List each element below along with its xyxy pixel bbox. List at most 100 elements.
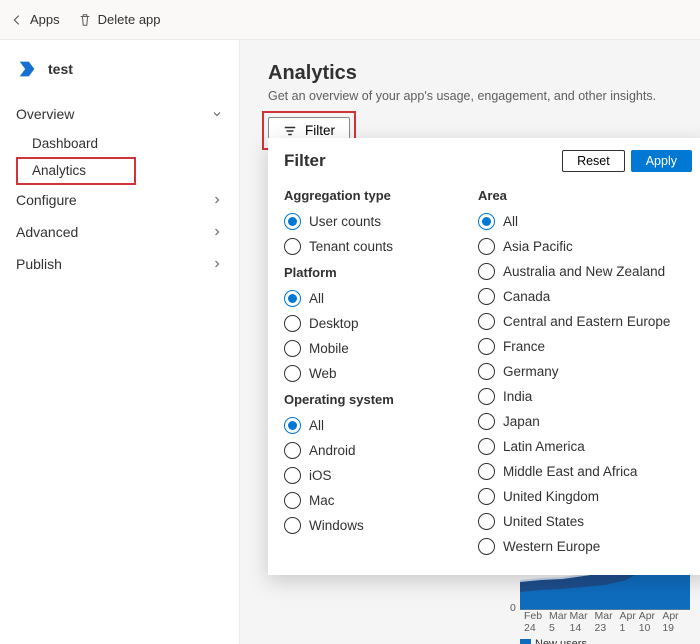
app-name: test: [48, 61, 73, 77]
back-label: Apps: [30, 12, 60, 27]
back-button[interactable]: Apps: [10, 12, 60, 27]
radio-option[interactable]: All: [478, 209, 692, 234]
nav-analytics[interactable]: Analytics: [0, 157, 239, 184]
radio-label: France: [503, 339, 545, 354]
radio-option[interactable]: All: [284, 286, 454, 311]
radio-icon: [284, 365, 301, 382]
radio-label: India: [503, 389, 532, 404]
radio-icon: [478, 538, 495, 555]
radio-icon: [478, 463, 495, 480]
radio-label: All: [309, 418, 324, 433]
axis-tick: 0: [510, 602, 516, 614]
radio-icon: [478, 238, 495, 255]
radio-icon: [478, 488, 495, 505]
nav-configure[interactable]: Configure: [0, 184, 239, 216]
radio-label: iOS: [309, 468, 332, 483]
radio-label: Windows: [309, 518, 364, 533]
chevron-right-icon: [211, 194, 223, 206]
filter-reset-button[interactable]: Reset: [562, 150, 625, 172]
chevron-down-icon: [211, 108, 223, 120]
radio-option[interactable]: France: [478, 334, 692, 359]
radio-option[interactable]: United Kingdom: [478, 484, 692, 509]
axis-tick: Apr 10: [639, 610, 663, 634]
radio-label: Western Europe: [503, 539, 600, 554]
radio-label: United States: [503, 514, 584, 529]
radio-option[interactable]: Western Europe: [478, 534, 692, 559]
filter-apply-button[interactable]: Apply: [631, 150, 692, 172]
nav-label: Analytics: [32, 163, 86, 178]
nav-label: Overview: [16, 106, 74, 122]
nav-overview[interactable]: Overview: [0, 98, 239, 130]
radio-label: User counts: [309, 214, 381, 229]
radio-icon: [478, 438, 495, 455]
radio-label: Android: [309, 443, 356, 458]
radio-option[interactable]: Windows: [284, 513, 454, 538]
radio-label: Middle East and Africa: [503, 464, 637, 479]
chevron-right-icon: [211, 258, 223, 270]
radio-label: Mobile: [309, 341, 349, 356]
radio-option[interactable]: India: [478, 384, 692, 409]
radio-icon: [478, 338, 495, 355]
radio-option[interactable]: Japan: [478, 409, 692, 434]
nav-label: Publish: [16, 256, 62, 272]
nav-publish[interactable]: Publish: [0, 248, 239, 280]
radio-label: Australia and New Zealand: [503, 264, 665, 279]
radio-icon: [478, 513, 495, 530]
chevron-right-icon: [211, 226, 223, 238]
radio-option[interactable]: Latin America: [478, 434, 692, 459]
sidebar: test Overview Dashboard Analytics Config…: [0, 40, 240, 644]
filter-panel-title: Filter: [284, 151, 326, 171]
group-title-os: Operating system: [284, 392, 454, 407]
nav-advanced[interactable]: Advanced: [0, 216, 239, 248]
radio-option[interactable]: Mobile: [284, 336, 454, 361]
radio-option[interactable]: Central and Eastern Europe: [478, 309, 692, 334]
radio-option[interactable]: Desktop: [284, 311, 454, 336]
app-header: test: [0, 58, 239, 98]
radio-option[interactable]: United States: [478, 509, 692, 534]
chevron-left-icon: [10, 13, 24, 27]
radio-icon: [284, 340, 301, 357]
radio-option[interactable]: Australia and New Zealand: [478, 259, 692, 284]
group-title-area: Area: [478, 188, 692, 203]
radio-icon: [284, 492, 301, 509]
radio-option[interactable]: Germany: [478, 359, 692, 384]
radio-label: Japan: [503, 414, 540, 429]
radio-option[interactable]: Android: [284, 438, 454, 463]
radio-option[interactable]: iOS: [284, 463, 454, 488]
axis-tick: Apr 1: [619, 610, 638, 634]
filter-button-label: Filter: [305, 123, 335, 138]
radio-icon: [284, 467, 301, 484]
radio-option[interactable]: Tenant counts: [284, 234, 454, 259]
radio-icon: [478, 363, 495, 380]
radio-option[interactable]: Canada: [478, 284, 692, 309]
radio-option[interactable]: Asia Pacific: [478, 234, 692, 259]
legend-item[interactable]: New users: [520, 638, 587, 644]
radio-option[interactable]: Middle East and Africa: [478, 459, 692, 484]
filter-panel: Filter Reset Apply Aggregation type User…: [268, 138, 700, 575]
radio-label: Asia Pacific: [503, 239, 573, 254]
page-title: Analytics: [268, 62, 672, 85]
radio-option[interactable]: Web: [284, 361, 454, 386]
radio-label: Central and Eastern Europe: [503, 314, 670, 329]
radio-option[interactable]: User counts: [284, 209, 454, 234]
radio-icon: [478, 413, 495, 430]
radio-icon: [284, 442, 301, 459]
radio-label: Latin America: [503, 439, 585, 454]
app-logo-icon: [16, 58, 38, 80]
radio-icon: [284, 315, 301, 332]
radio-icon: [478, 388, 495, 405]
axis-tick: Mar 5: [549, 610, 570, 634]
top-toolbar: Apps Delete app: [0, 0, 700, 40]
delete-label: Delete app: [98, 12, 161, 27]
nav-label: Advanced: [16, 224, 78, 240]
group-title-platform: Platform: [284, 265, 454, 280]
radio-option[interactable]: All: [284, 413, 454, 438]
radio-icon: [478, 313, 495, 330]
axis-tick: Mar 23: [595, 610, 620, 634]
radio-option[interactable]: Mac: [284, 488, 454, 513]
radio-icon: [478, 263, 495, 280]
main-content: Analytics Get an overview of your app's …: [240, 40, 700, 644]
radio-icon: [284, 290, 301, 307]
delete-app-button[interactable]: Delete app: [78, 12, 161, 27]
nav-dashboard[interactable]: Dashboard: [0, 130, 239, 157]
